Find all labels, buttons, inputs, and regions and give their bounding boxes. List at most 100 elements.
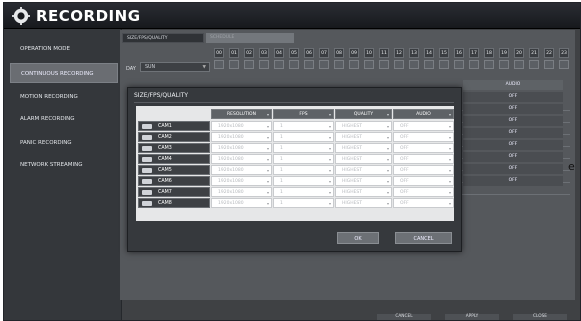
audio-select[interactable]: OFF ▾ [393, 143, 454, 153]
fps-select[interactable]: 1 ▾ [273, 165, 334, 175]
audio-value: OFF [400, 168, 409, 173]
sidebar-item-alarm-recording[interactable]: ALARM RECORDING [10, 109, 118, 129]
audio-select[interactable]: OFF ▾ [393, 121, 454, 131]
quality-select[interactable]: HIGHEST ▾ [335, 176, 392, 186]
footer-close-button[interactable]: CLOSE [513, 314, 567, 320]
footer-apply-button[interactable]: APPLY [445, 314, 499, 320]
chevron-down-icon: ▾ [386, 179, 389, 184]
audio-select[interactable]: OFF ▾ [393, 176, 454, 186]
fps-select[interactable]: 1 ▾ [273, 143, 334, 153]
sidebar-item-motion-recording[interactable]: MOTION RECORDING [10, 87, 118, 107]
fps-select[interactable]: 1 ▾ [273, 121, 334, 131]
schedule-slot[interactable] [289, 60, 299, 69]
resolution-select[interactable]: 1920x1080 ▾ [211, 143, 272, 153]
schedule-slot[interactable] [469, 60, 479, 69]
quality-value: HIGHEST [342, 157, 363, 162]
schedule-slot[interactable] [274, 60, 284, 69]
resolution-select[interactable]: 1920x1080 ▾ [211, 121, 272, 131]
sort-icon: ▾ [328, 112, 331, 117]
chevron-down-icon: ▾ [266, 201, 269, 206]
resolution-select[interactable]: 1920x1080 ▾ [211, 187, 272, 197]
quality-select[interactable]: HIGHEST ▾ [335, 132, 392, 142]
resolution-value: 1920x1080 [218, 168, 244, 173]
sidebar-item-operation-mode[interactable]: OPERATION MODE [10, 39, 118, 59]
schedule-slot[interactable] [514, 60, 524, 69]
audio-select[interactable]: OFF ▾ [393, 165, 454, 175]
audio-select[interactable]: OFF ▾ [393, 198, 454, 208]
hour-label: 05 [289, 48, 299, 58]
camera-icon [142, 201, 152, 206]
header-audio[interactable]: AUDIO ▾ [393, 109, 454, 119]
header-fps[interactable]: FPS ▾ [273, 109, 334, 119]
schedule-slot[interactable] [544, 60, 554, 69]
quality-select[interactable]: HIGHEST ▾ [335, 143, 392, 153]
quality-select[interactable]: HIGHEST ▾ [335, 187, 392, 197]
quality-select[interactable]: HIGHEST ▾ [335, 154, 392, 164]
resolution-select[interactable]: 1920x1080 ▾ [211, 198, 272, 208]
schedule-slot[interactable] [409, 60, 419, 69]
schedule-slot[interactable] [304, 60, 314, 69]
schedule-slot[interactable] [334, 60, 344, 69]
dialog-ok-button[interactable]: OK [337, 232, 379, 244]
hour-label: 15 [439, 48, 449, 58]
camera-label: CAM2 [138, 132, 210, 142]
header-quality[interactable]: QUALITY ▾ [335, 109, 392, 119]
dialog-cancel-button[interactable]: CANCEL [395, 232, 452, 244]
resolution-select[interactable]: 1920x1080 ▾ [211, 165, 272, 175]
camera-name: CAM5 [158, 168, 172, 173]
schedule-slot[interactable] [379, 60, 389, 69]
fps-select[interactable]: 1 ▾ [273, 198, 334, 208]
resolution-select[interactable]: 1920x1080 ▾ [211, 176, 272, 186]
footer-cancel-button[interactable]: CANCEL [377, 314, 431, 320]
schedule-slot[interactable] [454, 60, 464, 69]
hour-label: 23 [559, 48, 569, 58]
hour-label: 11 [379, 48, 389, 58]
resolution-select[interactable]: 1920x1080 ▾ [211, 154, 272, 164]
audio-select[interactable]: OFF ▾ [393, 187, 454, 197]
bg-audio-header: AUDIO [463, 80, 563, 90]
sidebar-item-panic-recording[interactable]: PANIC RECORDING [10, 133, 118, 153]
schedule-slot[interactable] [499, 60, 509, 69]
camera-name: CAM3 [158, 146, 172, 151]
hour-label: 21 [529, 48, 539, 58]
schedule-slot[interactable] [424, 60, 434, 69]
quality-select[interactable]: HIGHEST ▾ [335, 121, 392, 131]
schedule-slot[interactable] [214, 60, 224, 69]
schedule-slot[interactable] [229, 60, 239, 69]
sidebar-item-network-streaming[interactable]: NETWORK STREAMING [10, 155, 118, 175]
tab-size-fps-quality[interactable]: SIZE/FPS/QUALITY [122, 33, 204, 43]
chevron-down-icon: ▼ [202, 65, 206, 70]
schedule-slot[interactable] [529, 60, 539, 69]
fps-select[interactable]: 1 ▾ [273, 176, 334, 186]
resolution-select[interactable]: 1920x1080 ▾ [211, 132, 272, 142]
schedule-slot[interactable] [259, 60, 269, 69]
schedule-slot[interactable] [394, 60, 404, 69]
audio-select[interactable]: OFF ▾ [393, 132, 454, 142]
sidebar: OPERATION MODE CONTINUOUS RECORDING MOTI… [4, 29, 122, 320]
tab-schedule[interactable]: SCHEDULE [206, 33, 294, 43]
hour-label: 07 [319, 48, 329, 58]
camera-name: CAM6 [158, 179, 172, 184]
schedule-slot[interactable] [244, 60, 254, 69]
header-resolution[interactable]: RESOLUTION ▾ [211, 109, 272, 119]
quality-value: HIGHEST [342, 179, 363, 184]
schedule-slot[interactable] [439, 60, 449, 69]
fps-select[interactable]: 1 ▾ [273, 187, 334, 197]
sidebar-item-label: ALARM RECORDING [20, 116, 75, 122]
fps-select[interactable]: 1 ▾ [273, 154, 334, 164]
schedule-slot[interactable] [484, 60, 494, 69]
schedule-slot[interactable] [319, 60, 329, 69]
audio-select[interactable]: OFF ▾ [393, 154, 454, 164]
schedule-slot[interactable] [559, 60, 569, 69]
sidebar-item-continuous-recording[interactable]: CONTINUOUS RECORDING [10, 63, 118, 83]
audio-value: OFF [400, 124, 409, 129]
schedule-slot[interactable] [364, 60, 374, 69]
day-select[interactable]: SUN ▼ [140, 62, 210, 72]
quality-select[interactable]: HIGHEST ▾ [335, 165, 392, 175]
fps-select[interactable]: 1 ▾ [273, 132, 334, 142]
camera-label: CAM4 [138, 154, 210, 164]
schedule-slot[interactable] [349, 60, 359, 69]
hour-label: 19 [499, 48, 509, 58]
quality-select[interactable]: HIGHEST ▾ [335, 198, 392, 208]
chevron-down-icon: ▾ [448, 201, 451, 206]
